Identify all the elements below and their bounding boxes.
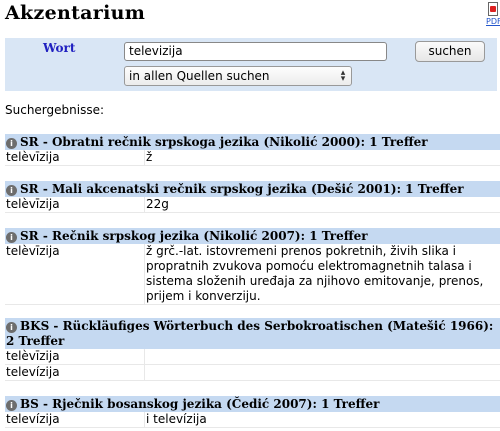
- search-input[interactable]: televizija: [124, 42, 387, 61]
- source-select[interactable]: in allen Quellen suchen ▴ ▾: [124, 66, 352, 86]
- result-block: i SR - Mali akcenatski rečnik srpskog jez…: [5, 181, 500, 213]
- result-title: SR - Mali akcenatski rečnik srpskog jezi…: [20, 182, 464, 196]
- headword: televízija: [6, 412, 60, 426]
- pdf-link[interactable]: PDF: [486, 2, 500, 32]
- table-row: telèvīzija ž grč.-lat. istovremeni preno…: [5, 244, 500, 305]
- result-title: SR - Obratni rečnik srpskoga jezika (Nik…: [20, 135, 428, 149]
- entry-value: [144, 349, 500, 364]
- table-row: televízija: [5, 365, 500, 381]
- table-row: telèvīzija ž: [5, 150, 500, 166]
- entry-value: i televízija: [144, 412, 500, 427]
- result-title: BKS - Rückläufiges Wörterbuch des Serbok…: [6, 319, 494, 348]
- result-block: i SR - Rečnik srpskog jezika (Nikolić 200…: [5, 228, 500, 305]
- word-label: Wort: [43, 41, 76, 55]
- headword: telèvīzija: [6, 197, 60, 211]
- search-panel: Wort televizija suchen in allen Quellen …: [5, 38, 497, 91]
- result-title: BS - Rječnik bosanskog jezika (Čedić 200…: [20, 397, 380, 411]
- source-select-value: in allen Quellen suchen: [129, 69, 270, 83]
- entry-value: ž grč.-lat. istovremeni prenos pokretnih…: [144, 244, 500, 304]
- result-block: i SR - Obratni rečnik srpskoga jezika (Ni…: [5, 134, 500, 166]
- result-header: i SR - Obratni rečnik srpskoga jezika (Ni…: [5, 134, 500, 150]
- result-title: SR - Rečnik srpskog jezika (Nikolić 2007…: [20, 229, 368, 243]
- info-icon[interactable]: i: [6, 400, 17, 411]
- result-header: i BKS - Rückläufiges Wörterbuch des Serbo…: [5, 318, 500, 349]
- app-title: Akzentarium: [5, 2, 146, 24]
- info-icon[interactable]: i: [6, 185, 17, 196]
- table-row: telèvīzija 22g: [5, 197, 500, 213]
- info-icon[interactable]: i: [6, 138, 17, 149]
- entry-value: ž: [144, 150, 500, 165]
- result-block: i BS - Rječnik bosanskog jezika (Čedić 20…: [5, 396, 500, 428]
- entry-value: 22g: [144, 197, 500, 212]
- info-icon[interactable]: i: [6, 322, 17, 333]
- result-header: i SR - Rečnik srpskog jezika (Nikolić 200…: [5, 228, 500, 244]
- pdf-label: PDF: [486, 17, 500, 26]
- table-row: telèvīzija: [5, 349, 500, 365]
- info-icon[interactable]: i: [6, 232, 17, 243]
- table-row: televízija i televízija: [5, 412, 500, 428]
- updown-chevron-icon: ▴ ▾: [340, 68, 346, 84]
- headword: telèvīzija: [6, 349, 60, 363]
- result-block: i BKS - Rückläufiges Wörterbuch des Serbo…: [5, 318, 500, 381]
- headword: telèvīzija: [6, 150, 60, 164]
- entry-value: [144, 365, 500, 380]
- search-button[interactable]: suchen: [415, 41, 485, 62]
- result-header: i SR - Mali akcenatski rečnik srpskog jez…: [5, 181, 500, 197]
- headword: telèvīzija: [6, 244, 60, 258]
- headword: televízija: [6, 365, 60, 379]
- pdf-icon: [488, 2, 498, 16]
- result-header: i BS - Rječnik bosanskog jezika (Čedić 20…: [5, 396, 500, 412]
- results-label: Suchergebnisse:: [5, 103, 105, 117]
